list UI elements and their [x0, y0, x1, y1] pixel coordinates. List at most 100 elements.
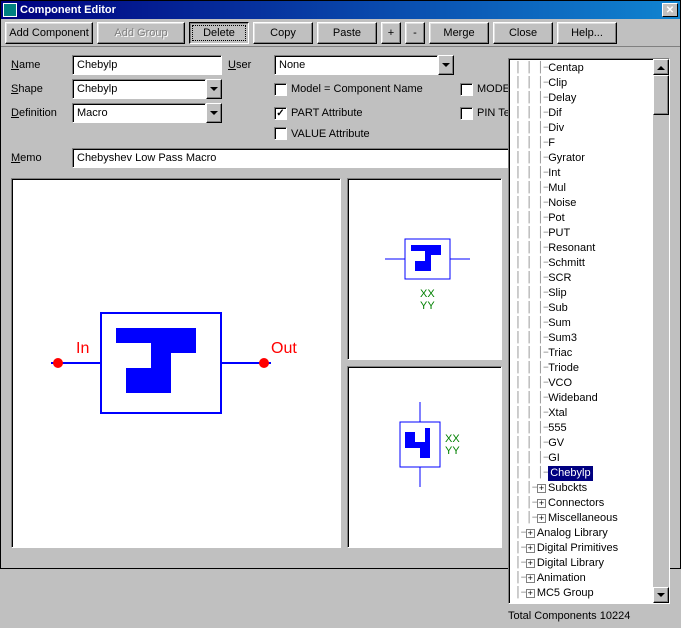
plus-icon[interactable]: +	[537, 499, 546, 508]
tree-item[interactable]: │ │ │–F	[509, 136, 669, 151]
tree-item[interactable]: │ │ │–GV	[509, 436, 669, 451]
svg-text:Out: Out	[271, 340, 297, 357]
tree-item[interactable]: │ │ │–Dif	[509, 106, 669, 121]
chevron-down-icon[interactable]	[438, 55, 454, 75]
svg-text:XX: XX	[445, 433, 460, 445]
tree-item[interactable]: │ │ │–Int	[509, 166, 669, 181]
plus-icon[interactable]: +	[526, 544, 535, 553]
app-icon	[3, 3, 17, 17]
svg-text:YY: YY	[445, 445, 460, 457]
shape-combo[interactable]	[72, 79, 222, 99]
model-attr-checkbox[interactable]	[460, 83, 473, 96]
tree-item[interactable]: │ │ │–GI	[509, 451, 669, 466]
tree-item[interactable]: │ │ │–Sub	[509, 301, 669, 316]
tree-item[interactable]: │ │ │–Sum3	[509, 331, 669, 346]
plus-icon[interactable]: +	[526, 559, 535, 568]
preview-top[interactable]: XX YY	[347, 178, 502, 360]
tree-item[interactable]: │ │ │–Noise	[509, 196, 669, 211]
scroll-up-icon[interactable]	[653, 59, 669, 75]
titlebar: Component Editor ✕	[1, 1, 680, 19]
value-attr-checkbox[interactable]	[274, 127, 287, 140]
tree-item[interactable]: │ │ │–Slip	[509, 286, 669, 301]
shape-label: Shape	[11, 83, 66, 95]
plus-icon[interactable]: +	[526, 529, 535, 538]
tree-item[interactable]: │ │ │–555	[509, 421, 669, 436]
add-group-button[interactable]: Add Group	[97, 22, 185, 44]
add-component-button[interactable]: Add Component	[5, 22, 93, 44]
tree-item[interactable]: │ │ │–Wideband	[509, 391, 669, 406]
plus-icon[interactable]: +	[526, 589, 535, 598]
user-combo[interactable]	[274, 55, 454, 75]
tree-item[interactable]: │ │ │–Resonant	[509, 241, 669, 256]
tree-item[interactable]: │ │ │–Chebylp	[509, 466, 669, 481]
svg-text:XX: XX	[420, 288, 435, 300]
component-shape-small-2: XX YY	[375, 392, 475, 522]
tree-panel: │ │ │–Centap │ │ │–Clip │ │ │–Delay │ │ …	[508, 58, 670, 622]
tree-item[interactable]: │ │ │–Mul	[509, 181, 669, 196]
help-button[interactable]: Help...	[557, 22, 617, 44]
tree-item[interactable]: │ │ │–Div	[509, 121, 669, 136]
tree-item[interactable]: │ │ │–Pot	[509, 211, 669, 226]
status-bar: Total Components 10224	[508, 604, 670, 622]
scroll-thumb[interactable]	[653, 75, 669, 115]
tree-item[interactable]: │ │ │–Centap	[509, 61, 669, 76]
component-shape-small-1: XX YY	[375, 219, 475, 319]
tree-item[interactable]: │–+Digital Primitives	[509, 541, 669, 556]
tree-item[interactable]: │ │–+Subckts	[509, 481, 669, 496]
value-attr-label: VALUE Attribute	[291, 128, 370, 140]
chevron-down-icon[interactable]	[206, 103, 222, 123]
tree-item[interactable]: │ │ │–PUT	[509, 226, 669, 241]
tree-item[interactable]: │ │ │–Clip	[509, 76, 669, 91]
plus-icon[interactable]: +	[537, 484, 546, 493]
scrollbar[interactable]	[653, 59, 669, 603]
tree-item[interactable]: │ │ │–Delay	[509, 91, 669, 106]
expand-button[interactable]: +	[381, 22, 401, 44]
model-compname-checkbox[interactable]	[274, 83, 287, 96]
tree-item[interactable]: │–+Analog Library	[509, 526, 669, 541]
tree-item[interactable]: │ │ │–Gyrator	[509, 151, 669, 166]
component-tree[interactable]: │ │ │–Centap │ │ │–Clip │ │ │–Delay │ │ …	[508, 58, 670, 604]
tree-item[interactable]: │ │ │–Triode	[509, 361, 669, 376]
paste-button[interactable]: Paste	[317, 22, 377, 44]
component-shape-large: In Out	[46, 293, 306, 433]
collapse-button[interactable]: -	[405, 22, 425, 44]
scroll-down-icon[interactable]	[653, 587, 669, 603]
tree-item[interactable]: │–+MC5 Group	[509, 586, 669, 601]
tree-item[interactable]: │ │ │–Schmitt	[509, 256, 669, 271]
chevron-down-icon[interactable]	[206, 79, 222, 99]
merge-button[interactable]: Merge	[429, 22, 489, 44]
memo-label: Memo	[11, 152, 66, 164]
user-label: User	[228, 59, 268, 71]
tree-item[interactable]: │ │ │–SCR	[509, 271, 669, 286]
tree-item[interactable]: │ │ │–Xtal	[509, 406, 669, 421]
close-button[interactable]: Close	[493, 22, 553, 44]
name-label: Name	[11, 59, 66, 71]
close-icon[interactable]: ✕	[662, 3, 678, 17]
definition-combo[interactable]	[72, 103, 222, 123]
part-attr-label: PART Attribute	[291, 107, 363, 119]
tree-item[interactable]: │ │–+Miscellaneous	[509, 511, 669, 526]
shape-combo-input[interactable]	[72, 79, 206, 99]
copy-button[interactable]: Copy	[253, 22, 313, 44]
plus-icon[interactable]: +	[537, 514, 546, 523]
user-combo-input[interactable]	[274, 55, 438, 75]
tree-item[interactable]: │–+Animation	[509, 571, 669, 586]
pin-text-checkbox[interactable]	[460, 107, 473, 120]
plus-icon[interactable]: +	[526, 574, 535, 583]
name-input[interactable]	[72, 55, 222, 75]
toolbar: Add Component Add Group Delete Copy Past…	[1, 19, 680, 47]
delete-button[interactable]: Delete	[189, 22, 249, 44]
preview-bottom[interactable]: XX YY	[347, 366, 502, 548]
definition-combo-input[interactable]	[72, 103, 206, 123]
model-compname-label: Model = Component Name	[291, 83, 423, 95]
definition-label: Definition	[11, 107, 66, 119]
tree-item[interactable]: │ │ │–VCO	[509, 376, 669, 391]
component-editor-window: Component Editor ✕ Add Component Add Gro…	[0, 0, 681, 569]
tree-item[interactable]: │ │ │–Triac	[509, 346, 669, 361]
main-area: In Out XX YY	[1, 172, 680, 628]
preview-large[interactable]: In Out	[11, 178, 341, 548]
svg-text:YY: YY	[420, 300, 435, 312]
part-attr-checkbox[interactable]: ✓	[274, 107, 287, 120]
tree-item[interactable]: │ │ │–Sum	[509, 316, 669, 331]
tree-item[interactable]: │ │–+Connectors	[509, 496, 669, 511]
